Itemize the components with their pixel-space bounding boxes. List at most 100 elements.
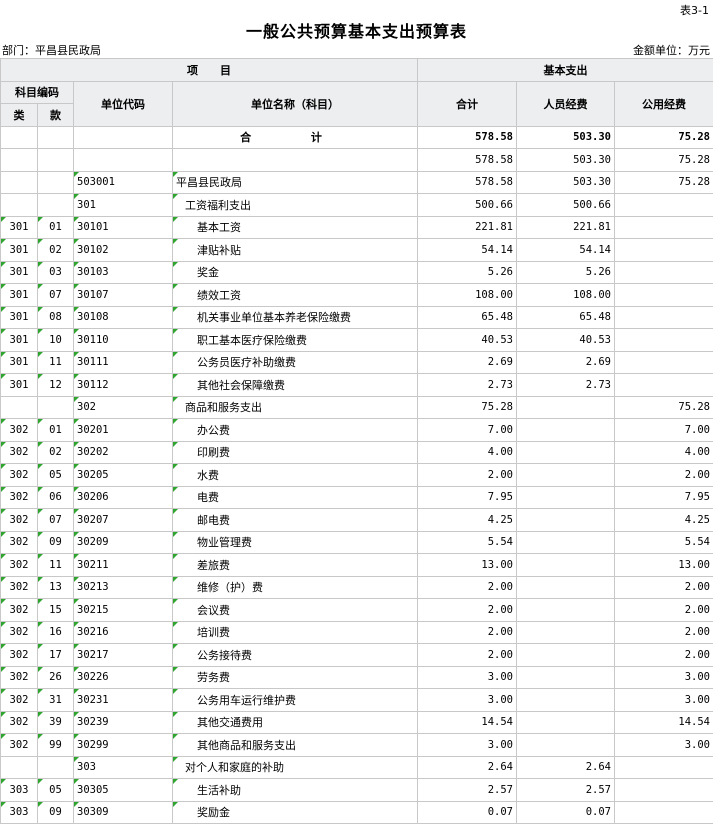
cell-public: 4.00	[614, 440, 713, 464]
cell-lei: 301	[0, 305, 38, 329]
cell-public	[614, 800, 713, 824]
cell-total: 2.00	[417, 575, 517, 599]
table-row: 302 15 30215 会议费 2.00 2.00	[0, 598, 713, 622]
total-label: 合 计	[172, 125, 418, 149]
cell-unit-name: 职工基本医疗保险缴费	[172, 328, 418, 352]
cell-personnel	[516, 485, 615, 509]
cell-unit-code: 30107	[73, 283, 173, 307]
cell-unit-code: 30205	[73, 463, 173, 487]
header-personnel: 人员经费	[516, 80, 615, 127]
cell-kuan: 06	[37, 485, 74, 509]
cell-unit-code: 30231	[73, 688, 173, 712]
cell-unit-name: 其他交通费用	[172, 710, 418, 734]
table-row: 302 39 30239 其他交通费用 14.54 14.54	[0, 710, 713, 734]
cell-lei: 301	[0, 350, 38, 374]
table-row: 301 11 30111 公务员医疗补助缴费 2.69 2.69	[0, 350, 713, 374]
cell-unit-name: 绩效工资	[172, 283, 418, 307]
cell-personnel	[516, 598, 615, 622]
budget-table: 项 目 基本支出 科目编码 单位代码 单位名称（科目） 合计 人员经费 公用经费…	[0, 58, 713, 824]
cell-unit-code: 30217	[73, 643, 173, 667]
table-row: 302 02 30202 印刷费 4.00 4.00	[0, 440, 713, 464]
cell-personnel: 2.69	[516, 350, 615, 374]
total-public: 75.28	[614, 125, 713, 149]
cell-public: 14.54	[614, 710, 713, 734]
header-unit-name: 单位名称（科目）	[172, 80, 418, 127]
cell-personnel	[516, 463, 615, 487]
cell-personnel: 0.07	[516, 800, 615, 824]
cell-personnel	[516, 643, 615, 667]
cell-personnel: 500.66	[516, 193, 615, 217]
table-row: 302 17 30217 公务接待费 2.00 2.00	[0, 643, 713, 667]
table-row: 302 01 30201 办公费 7.00 7.00	[0, 418, 713, 442]
table-row: 301 07 30107 绩效工资 108.00 108.00	[0, 283, 713, 307]
total-amount: 578.58	[417, 125, 517, 149]
cell-total: 108.00	[417, 283, 517, 307]
cell-lei: 302	[0, 463, 38, 487]
cell-personnel: 108.00	[516, 283, 615, 307]
cell-total: 2.00	[417, 598, 517, 622]
cell-public: 75.28	[614, 148, 713, 172]
department-label: 部门：平昌县民政局	[2, 44, 101, 57]
cell-kuan: 03	[37, 260, 74, 284]
header-public: 公用经费	[614, 80, 713, 127]
cell-lei: 302	[0, 418, 38, 442]
table-row: 301 10 30110 职工基本医疗保险缴费 40.53 40.53	[0, 328, 713, 352]
cell-unit-code: 30216	[73, 620, 173, 644]
cell-kuan	[37, 148, 74, 172]
cell-personnel	[516, 418, 615, 442]
cell-unit-name: 公务用车运行维护费	[172, 688, 418, 712]
cell-public	[614, 373, 713, 397]
cell-unit-name: 劳务费	[172, 665, 418, 689]
cell-lei: 303	[0, 778, 38, 802]
total-personnel: 503.30	[516, 125, 615, 149]
cell-total: 54.14	[417, 238, 517, 262]
cell-kuan: 11	[37, 553, 74, 577]
cell-lei: 302	[0, 553, 38, 577]
cell-personnel	[516, 395, 615, 419]
cell-kuan: 11	[37, 350, 74, 374]
cell-personnel: 65.48	[516, 305, 615, 329]
cell-unit-code: 30111	[73, 350, 173, 374]
cell-lei: 302	[0, 688, 38, 712]
cell-total: 75.28	[417, 395, 517, 419]
cell-kuan: 31	[37, 688, 74, 712]
cell-total: 2.00	[417, 463, 517, 487]
cell-kuan: 09	[37, 800, 74, 824]
cell-total: 500.66	[417, 193, 517, 217]
header-unit-code: 单位代码	[73, 80, 173, 127]
header-subject-code: 科目编码	[0, 80, 74, 104]
cell-unit-code: 301	[73, 193, 173, 217]
cell-lei	[0, 148, 38, 172]
cell-public	[614, 238, 713, 262]
cell-kuan: 02	[37, 440, 74, 464]
cell-public: 75.28	[614, 395, 713, 419]
cell-public	[614, 260, 713, 284]
table-row: 302 11 30211 差旅费 13.00 13.00	[0, 553, 713, 577]
table-row: 302 99 30299 其他商品和服务支出 3.00 3.00	[0, 733, 713, 757]
table-row: 302 05 30205 水费 2.00 2.00	[0, 463, 713, 487]
cell-public	[614, 778, 713, 802]
cell-unit-code: 30103	[73, 260, 173, 284]
cell-unit-name: 公务员医疗补助缴费	[172, 350, 418, 374]
table-row: 302 31 30231 公务用车运行维护费 3.00 3.00	[0, 688, 713, 712]
cell-unit-code: 503001	[73, 170, 173, 194]
total-row: 合 计 578.58 503.30 75.28	[0, 125, 713, 149]
cell-kuan: 99	[37, 733, 74, 757]
cell-kuan	[37, 193, 74, 217]
cell-kuan	[37, 755, 74, 779]
cell-unit-name: 邮电费	[172, 508, 418, 532]
cell-unit-code: 303	[73, 755, 173, 779]
cell-lei	[0, 193, 38, 217]
cell-lei: 302	[0, 620, 38, 644]
cell-unit-code: 30101	[73, 215, 173, 239]
cell-unit-name: 其他商品和服务支出	[172, 733, 418, 757]
table-row: 503001 平昌县民政局 578.58 503.30 75.28	[0, 170, 713, 194]
cell-unit-code: 30299	[73, 733, 173, 757]
cell-lei	[0, 170, 38, 194]
cell-lei: 302	[0, 530, 38, 554]
cell-total: 4.00	[417, 440, 517, 464]
cell-lei: 301	[0, 328, 38, 352]
cell-public: 3.00	[614, 665, 713, 689]
cell-kuan: 26	[37, 665, 74, 689]
cell-total: 2.73	[417, 373, 517, 397]
